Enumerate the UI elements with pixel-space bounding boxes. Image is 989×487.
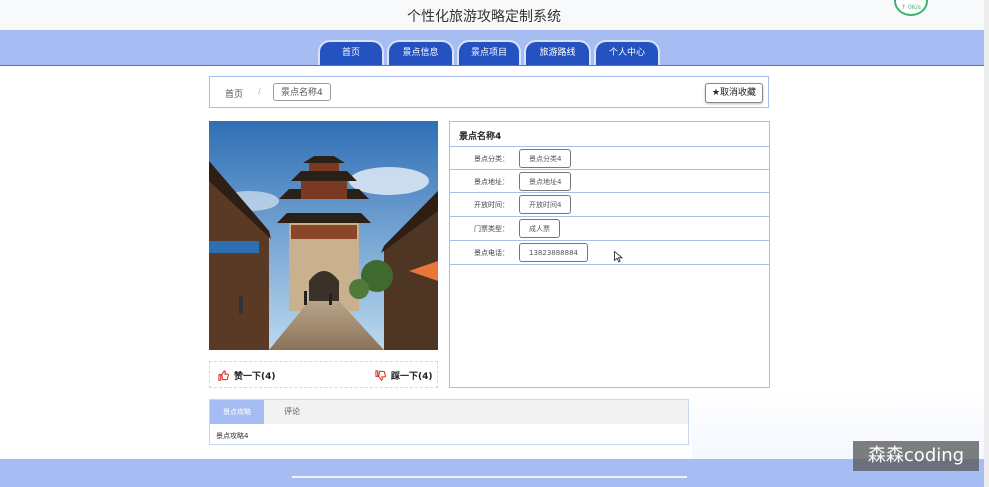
- page-footer: [0, 459, 984, 487]
- star-icon: ★: [711, 88, 720, 98]
- dislike-label: 踩一下(4): [391, 372, 433, 382]
- watermark: 森森coding: [853, 441, 979, 471]
- field-value: 成人票: [519, 219, 560, 238]
- bottom-tabs: 景点攻略 评论 景点攻略4: [209, 399, 689, 445]
- dislike-button[interactable]: 踩一下(4): [375, 369, 433, 382]
- attraction-info-panel: 景点名称4 景点分类： 景点分类4 景点地址： 景点地址4 开放时间： 开放时间…: [449, 121, 770, 388]
- info-row-category: 景点分类： 景点分类4: [450, 146, 769, 170]
- breadcrumb-home[interactable]: 首页: [225, 87, 243, 100]
- site-header: 个性化旅游攻略定制系统: [0, 0, 984, 30]
- nav-tab-home[interactable]: 首页: [318, 40, 384, 65]
- app-title: 个性化旅游攻略定制系统: [407, 9, 561, 25]
- nav-tab-personal-center[interactable]: 个人中心: [594, 40, 660, 65]
- thumbs-up-icon: [218, 370, 229, 381]
- field-value: 景点地址4: [519, 172, 572, 191]
- nav-tab-attraction-projects[interactable]: 景点项目: [457, 40, 521, 65]
- attraction-name: 景点名称4: [459, 132, 502, 142]
- nav-tab-travel-routes[interactable]: 旅游路线: [524, 40, 591, 65]
- nav-bar: 首页 景点信息 景点项目 旅游路线 个人中心: [0, 30, 984, 66]
- tab-comments[interactable]: 评论: [284, 400, 300, 424]
- field-label: 开放时间：: [474, 201, 509, 209]
- page-scrollbar[interactable]: [984, 0, 989, 487]
- like-label: 赞一下(4): [234, 372, 276, 382]
- like-button[interactable]: 赞一下(4): [218, 369, 276, 382]
- nav-tab-attraction-info[interactable]: 景点信息: [387, 40, 454, 65]
- field-value: 13823888884: [519, 243, 588, 262]
- breadcrumb-current: 景点名称4: [273, 83, 331, 101]
- mouse-cursor-icon: [614, 251, 623, 263]
- info-row-address: 景点地址： 景点地址4: [450, 169, 769, 193]
- field-value: 景点分类4: [519, 149, 572, 168]
- unfavorite-label: 取消收藏: [719, 88, 756, 98]
- breadcrumb: 首页 / 景点名称4 ★取消收藏: [209, 76, 769, 108]
- field-value: 开放时间4: [519, 195, 572, 214]
- footer-line: [292, 476, 687, 478]
- field-label: 景点分类：: [474, 155, 509, 163]
- vote-bar: 赞一下(4) 踩一下(4): [209, 361, 438, 388]
- info-row-open-time: 开放时间： 开放时间4: [450, 192, 769, 216]
- tab-attraction-guide[interactable]: 景点攻略: [210, 400, 264, 424]
- bottom-tab-header: 景点攻略 评论: [210, 400, 688, 424]
- breadcrumb-separator: /: [258, 87, 261, 96]
- attraction-photo: [209, 121, 438, 350]
- field-label: 景点电话：: [474, 249, 509, 257]
- thumbs-down-icon: [375, 370, 386, 381]
- unfavorite-button[interactable]: ★取消收藏: [704, 83, 763, 103]
- tab-content: 景点攻略4: [216, 432, 249, 440]
- info-row-phone: 景点电话： 13823888884: [450, 240, 769, 265]
- info-row-ticket-type: 门票类型： 成人票: [450, 216, 769, 240]
- field-label: 景点地址：: [474, 178, 509, 186]
- field-label: 门票类型：: [474, 225, 509, 233]
